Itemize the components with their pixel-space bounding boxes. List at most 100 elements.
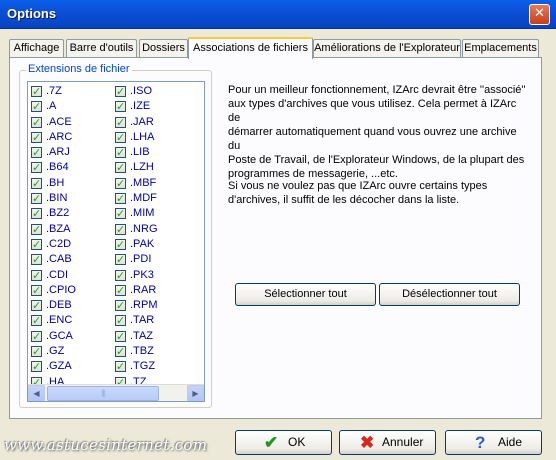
extension-label: .RPM (130, 299, 158, 312)
options-dialog: Options ✕ Affichage Barre d'outils Dossi… (0, 0, 556, 460)
cancel-button-label: Annuler (382, 435, 424, 449)
extension-checkbox[interactable]: ✓ (31, 86, 42, 97)
extension-checkbox[interactable]: ✓ (31, 131, 42, 143)
extension-checkbox[interactable]: ✓ (115, 346, 126, 358)
extension-checkbox[interactable]: ✓ (115, 223, 126, 235)
extension-label: .CAB (46, 253, 72, 266)
extension-label: .GZA (46, 360, 72, 373)
extension-checkbox[interactable]: ✓ (115, 131, 126, 143)
extension-checkbox[interactable]: ✓ (31, 330, 42, 342)
extension-checkbox[interactable]: ✓ (115, 284, 126, 296)
extension-checkbox[interactable]: ✓ (31, 208, 42, 220)
extension-checkbox[interactable]: ✓ (31, 269, 42, 281)
extension-checkbox[interactable]: ✓ (31, 147, 42, 159)
title-bar[interactable]: Options ✕ (0, 0, 556, 29)
extension-checkbox[interactable]: ✓ (115, 238, 126, 250)
extension-checkbox[interactable]: ✓ (115, 254, 126, 266)
extension-checkbox[interactable]: ✓ (115, 300, 126, 312)
extension-checkbox[interactable]: ✓ (31, 284, 42, 296)
extension-checkbox[interactable]: ✓ (31, 254, 42, 266)
extension-label: .PDI (130, 253, 152, 266)
extension-label: .MIM (130, 207, 155, 220)
extension-checkbox[interactable]: ✓ (31, 223, 42, 235)
extension-checkbox[interactable]: ✓ (31, 346, 42, 358)
extension-label: .NRG (130, 222, 158, 235)
extension-checkbox[interactable]: ✓ (115, 193, 126, 205)
extension-checkbox[interactable]: ✓ (31, 300, 42, 312)
tab-associations-fichiers[interactable]: Associations de fichiers (188, 37, 313, 59)
extension-checkbox[interactable]: ✓ (31, 238, 42, 250)
extension-checkbox[interactable]: ✓ (115, 361, 126, 373)
extension-checkbox[interactable]: ✓ (115, 162, 126, 174)
close-icon[interactable]: ✕ (529, 4, 550, 25)
extension-label: .BIN (46, 192, 68, 205)
question-mark-icon: ? (475, 433, 486, 452)
extensions-group-label: Extensions de fichier (26, 63, 132, 75)
extension-checkbox[interactable]: ✓ (31, 193, 42, 205)
extension-label: .7Z (46, 85, 62, 97)
extension-label: .GCA (46, 329, 73, 342)
extension-label: .TBZ (130, 345, 154, 358)
extension-checkbox[interactable]: ✓ (115, 101, 126, 113)
extension-label: .IZE (130, 100, 151, 113)
extension-label: .ARC (46, 130, 73, 143)
extension-checkbox[interactable]: ✓ (115, 315, 126, 327)
extension-label: .A (46, 100, 57, 113)
extension-label: .BZA (46, 222, 71, 235)
horizontal-scrollbar[interactable]: ◀ ||| ▶ (28, 384, 204, 401)
extension-label: .TAZ (130, 329, 154, 342)
extension-label: .PK3 (130, 268, 154, 281)
extension-checkbox[interactable]: ✓ (115, 208, 126, 220)
scroll-left-icon[interactable]: ◀ (28, 385, 45, 401)
extension-checkbox[interactable]: ✓ (115, 147, 126, 159)
tab-ameliorations-explorateur[interactable]: Améliorations de l'Explorateur (313, 39, 461, 58)
ok-button-label: OK (288, 435, 306, 449)
extension-checkbox[interactable]: ✓ (31, 101, 42, 113)
deselect-all-button[interactable]: Désélectionner tout (379, 283, 520, 306)
ok-button[interactable]: ✔ OK (235, 430, 332, 455)
tab-dossiers[interactable]: Dossiers (139, 39, 188, 58)
extension-checkbox[interactable]: ✓ (31, 116, 42, 128)
extensions-list[interactable]: ✓ .7Z ✓ .A ✓ .ACE ✓ .ARC ✓ .ARJ ✓ .B64 ✓ .BH ✓ .BIN ✓ .BZ… (27, 81, 205, 402)
scrollbar-thumb[interactable]: ||| (47, 386, 159, 401)
extension-label: .JAR (130, 115, 154, 128)
extension-label: .RAR (130, 283, 157, 296)
extension-checkbox[interactable]: ✓ (31, 162, 42, 174)
extension-label: .ARJ (46, 146, 70, 159)
extension-label: .ISO (130, 85, 153, 97)
extension-label: .B64 (46, 161, 69, 174)
tab-emplacements[interactable]: Emplacements (462, 39, 539, 58)
extension-label: .C2D (46, 237, 72, 250)
extension-checkbox[interactable]: ✓ (115, 177, 126, 189)
association-description: Pour un meilleur fonctionnement, IZArc d… (228, 84, 526, 180)
extension-checkbox[interactable]: ✓ (31, 361, 42, 373)
select-all-button[interactable]: Sélectionner tout (235, 283, 376, 306)
extension-checkbox[interactable]: ✓ (31, 315, 42, 327)
extension-label: .ENC (46, 314, 73, 327)
extension-label: .BZ2 (46, 207, 70, 220)
extension-checkbox[interactable]: ✓ (115, 330, 126, 342)
extension-label: .MBF (130, 176, 157, 189)
watermark: www.astucesinternet.com (4, 436, 208, 454)
uncheck-description: Si vous ne voulez pas que IZArc ouvre ce… (228, 180, 488, 206)
extension-checkbox[interactable]: ✓ (115, 116, 126, 128)
extension-label: .LIB (130, 146, 150, 159)
extension-label: .PAK (130, 237, 155, 250)
red-x-icon: ✖ (360, 433, 375, 452)
extension-label: .MDF (130, 192, 157, 205)
extension-checkbox[interactable]: ✓ (31, 177, 42, 189)
extension-label: .CDI (46, 268, 68, 281)
extension-label: .GZ (46, 345, 65, 358)
help-button-label: Aide (498, 435, 523, 449)
extension-label: .TAR (130, 314, 155, 327)
tab-barre-outils[interactable]: Barre d'outils (66, 39, 137, 58)
tab-panel: Extensions de fichier ✓ .7Z ✓ .A ✓ .ACE ✓ .ARC ✓… (9, 57, 542, 419)
tab-affichage[interactable]: Affichage (9, 39, 64, 58)
extension-checkbox[interactable]: ✓ (115, 269, 126, 281)
cancel-button[interactable]: ✖ Annuler (339, 430, 436, 455)
extensions-group: Extensions de fichier ✓ .7Z ✓ .A ✓ .ACE ✓ .ARC ✓… (19, 63, 212, 408)
help-button[interactable]: ? Aide (445, 430, 542, 455)
extension-checkbox[interactable]: ✓ (115, 86, 126, 97)
extension-label: .LZH (130, 161, 154, 174)
scroll-right-icon[interactable]: ▶ (187, 385, 204, 401)
